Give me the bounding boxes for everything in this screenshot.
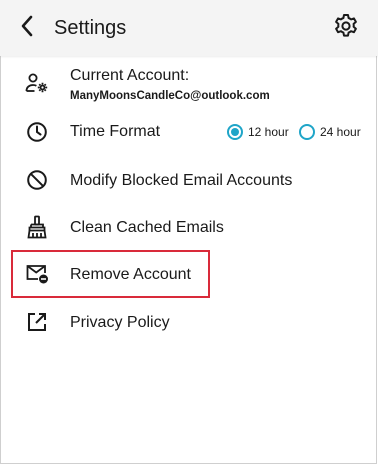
privacy-policy-row[interactable]: Privacy Policy xyxy=(0,302,378,342)
remove-account-label: Remove Account xyxy=(70,266,191,283)
modify-blocked-label: Modify Blocked Email Accounts xyxy=(70,172,293,189)
gear-icon xyxy=(333,13,359,44)
privacy-policy-label: Privacy Policy xyxy=(70,314,170,331)
clean-cache-row[interactable]: Clean Cached Emails xyxy=(0,207,378,247)
modify-blocked-row[interactable]: Modify Blocked Email Accounts xyxy=(0,160,378,200)
back-button[interactable] xyxy=(12,14,42,42)
current-account-email: ManyMoonsCandleCo@outlook.com xyxy=(70,90,270,102)
radio-24-hour-label: 24 hour xyxy=(320,125,361,139)
page-title: Settings xyxy=(54,17,127,39)
block-icon xyxy=(24,167,50,193)
radio-12-hour-label: 12 hour xyxy=(248,125,289,139)
radio-24-hour[interactable]: 24 hour xyxy=(299,124,361,140)
current-account-row: Current Account: ManyMoonsCandleCo@outlo… xyxy=(0,60,378,110)
app-header: Settings xyxy=(0,0,378,56)
radio-checked-icon xyxy=(227,124,243,140)
time-format-label: Time Format xyxy=(70,123,161,140)
settings-button[interactable] xyxy=(332,13,360,44)
time-format-row: Time Format 12 hour 24 hour xyxy=(0,112,378,152)
current-account-label: Current Account: xyxy=(70,67,190,84)
mail-remove-icon xyxy=(24,261,50,287)
chevron-left-icon xyxy=(20,15,34,42)
account-settings-icon xyxy=(24,70,50,96)
clean-cache-label: Clean Cached Emails xyxy=(70,219,224,236)
radio-12-hour[interactable]: 12 hour xyxy=(227,124,289,140)
remove-account-row[interactable]: Remove Account xyxy=(0,254,378,294)
open-external-icon xyxy=(24,309,50,335)
radio-unchecked-icon xyxy=(299,124,315,140)
broom-icon xyxy=(24,214,50,240)
clock-icon xyxy=(24,119,50,145)
